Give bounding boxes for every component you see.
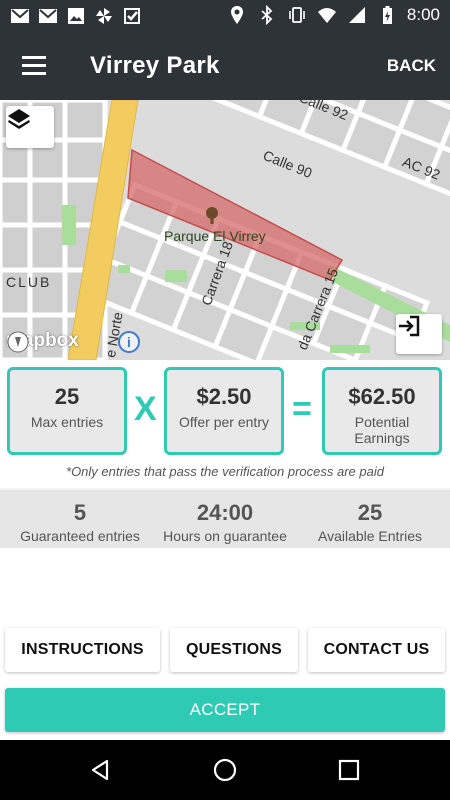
offer-per-entry-label: Offer per entry [178,414,269,430]
contact-us-button[interactable]: CONTACT US [308,628,445,672]
max-entries-value: 25 [54,384,80,409]
mapbox-logo: mapbox [6,330,79,353]
signal-icon [348,7,365,23]
potential-earnings-value: $62.50 [348,384,416,409]
menu-button[interactable] [16,50,56,82]
battery-charging-icon [382,6,392,24]
stat-value: 25 [357,500,383,525]
stat-value: 24:00 [196,500,254,525]
nav-home-button[interactable] [201,754,249,786]
app-bar: Virrey Park BACK [0,32,450,100]
verification-note: *Only entries that pass the verification… [66,464,384,479]
pinwheel-icon [96,8,112,24]
equals-sign: = [292,390,312,428]
page-title: Virrey Park [90,52,220,79]
potential-earnings-label: Potential Earnings [354,414,410,446]
hamburger-menu-icon [22,56,46,75]
nav-recents-icon [338,759,360,781]
check-app-icon [124,8,140,24]
stat-hours-on-guarantee: 24:00 Hours on guarantee [150,490,300,544]
exit-icon [399,315,420,337]
potential-earnings-box: $62.50 Potential Earnings [322,367,442,455]
stat-available-entries: 25 Available Entries [295,490,445,544]
stat-label: Guaranteed entries [20,528,140,544]
stat-value: 5 [73,500,87,525]
location-icon [230,6,243,24]
navigation-bar [0,740,450,800]
layers-button[interactable] [6,106,54,148]
stat-guaranteed-entries: 5 Guaranteed entries [5,490,155,544]
instructions-button[interactable]: INSTRUCTIONS [5,628,160,672]
layers-icon [8,109,30,129]
gmail-icon [11,9,29,23]
bluetooth-icon [261,5,273,25]
status-bar: 8:00 [0,0,450,32]
nav-back-icon [91,759,109,781]
accept-button[interactable]: ACCEPT [5,688,445,732]
vibrate-icon [289,7,305,23]
offer-per-entry-value: $2.50 [196,384,252,409]
gmail-icon [39,9,57,23]
nav-recents-button[interactable] [325,754,373,786]
stat-label: Hours on guarantee [163,528,287,544]
club-label: CLUB [6,274,52,290]
image-icon [68,8,84,24]
clock: 8:00 [406,5,440,24]
offer-per-entry-box: $2.50 Offer per entry [164,367,284,455]
park-label: Parque El Virrey [164,228,266,244]
max-entries-box: 25 Max entries [7,367,127,455]
earnings-calculator: 25 Max entries X $2.50 Offer per entry =… [0,360,450,460]
nav-back-button[interactable] [76,754,124,786]
back-button[interactable]: BACK [387,56,436,76]
questions-button[interactable]: QUESTIONS [170,628,298,672]
exit-map-button[interactable] [396,314,442,354]
nav-home-icon [213,758,237,782]
multiply-sign: X [134,390,157,428]
max-entries-label: Max entries [30,414,104,430]
mapbox-mark-icon [7,331,29,353]
stat-label: Available Entries [317,528,423,544]
map-view[interactable]: Calle 92 Calle 90 AC 92 Parque El Virrey… [0,100,450,360]
info-icon[interactable]: i [118,331,140,353]
wifi-icon [317,8,336,23]
stats-row: 5 Guaranteed entries 24:00 Hours on guar… [0,488,450,548]
